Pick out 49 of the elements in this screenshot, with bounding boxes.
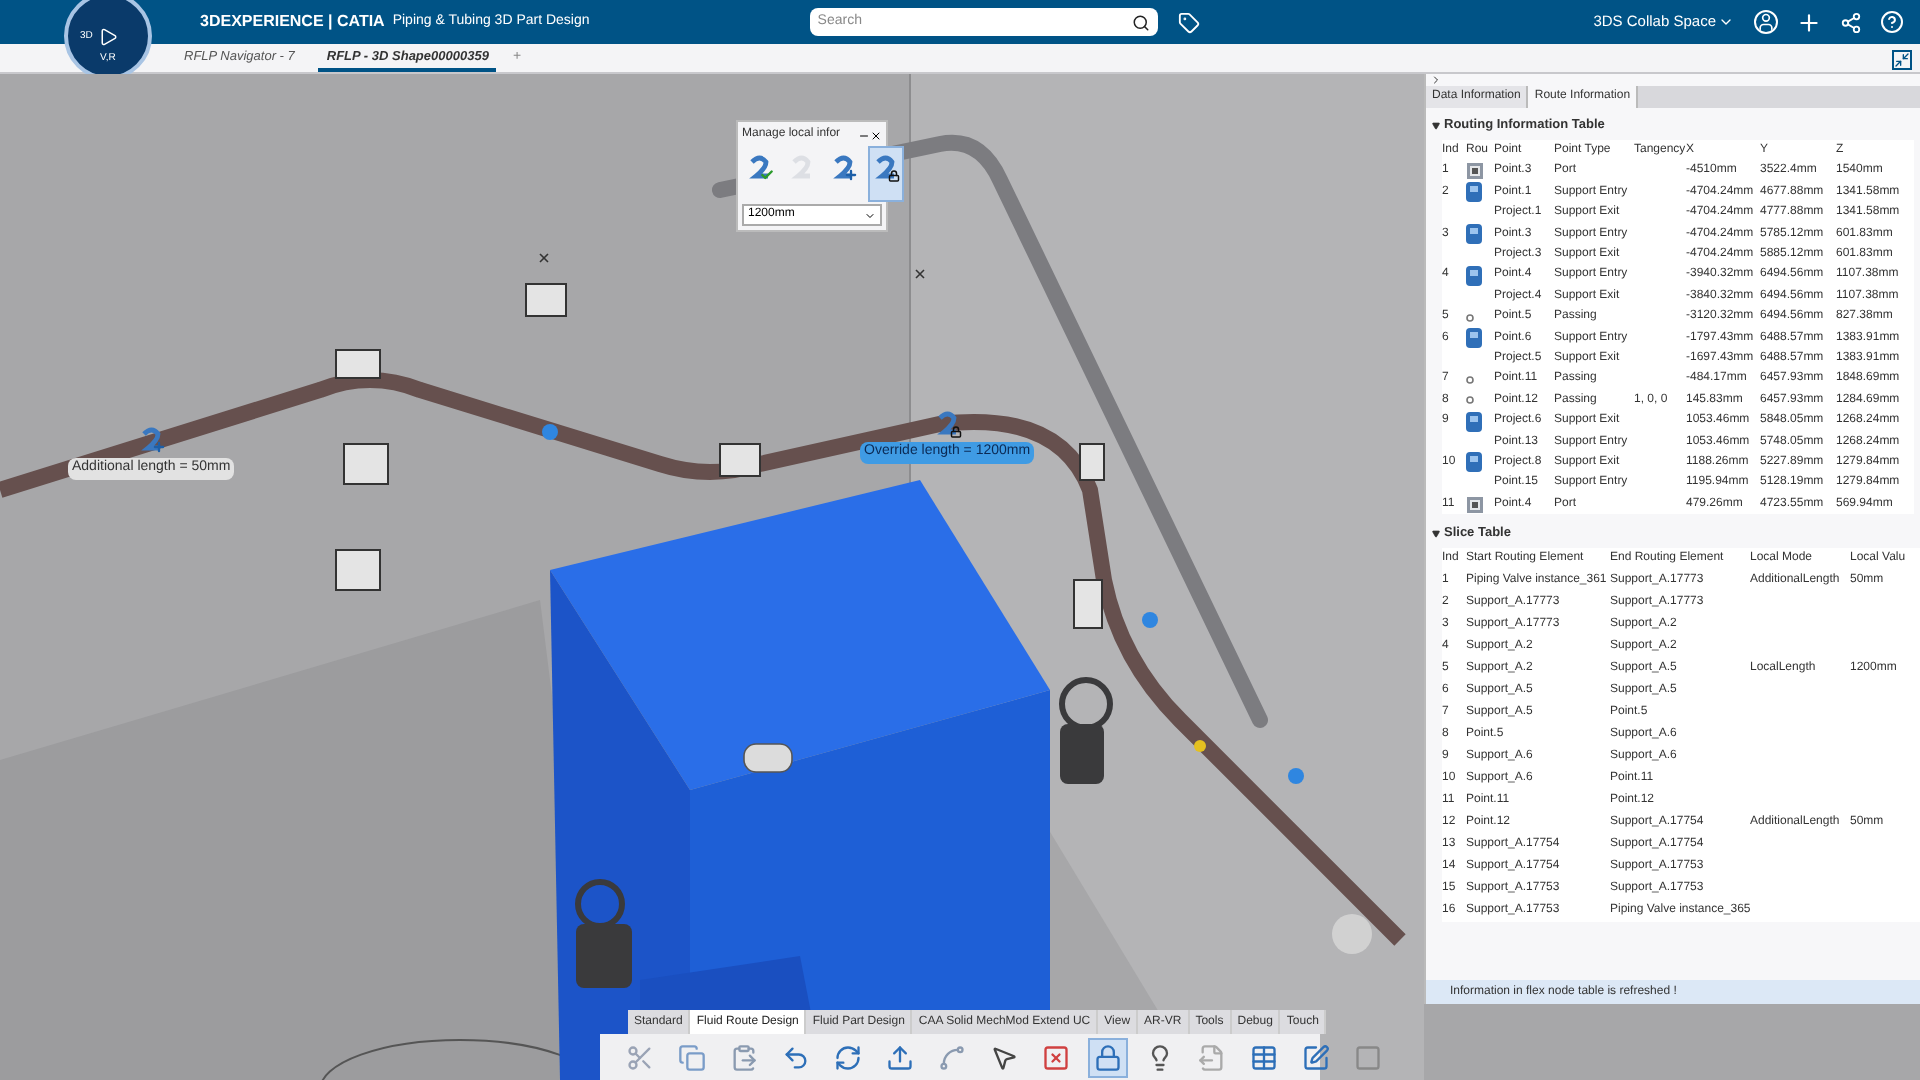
- pen-square-icon: [1302, 1043, 1330, 1071]
- share-icon[interactable]: [1840, 11, 1862, 33]
- table-icon: [1250, 1043, 1278, 1071]
- toolbar-button[interactable]: [1088, 1037, 1128, 1077]
- pipe-lock-icon: [933, 410, 962, 438]
- file-arrow-icon: [1198, 1043, 1226, 1071]
- support-icon: [1466, 411, 1482, 432]
- support-icon: [1466, 328, 1482, 349]
- help-icon[interactable]: [1880, 10, 1904, 34]
- expand-icon[interactable]: [1430, 74, 1442, 86]
- port-icon: [1466, 495, 1484, 514]
- square-icon: [1354, 1043, 1382, 1071]
- pipe-lock-icon: [872, 154, 900, 182]
- mode-button[interactable]: [868, 146, 904, 202]
- collapse-icon[interactable]: [1892, 50, 1912, 70]
- collapse-triangle-icon[interactable]: [1432, 530, 1440, 539]
- curve-icon: [938, 1043, 966, 1071]
- undo-icon: [782, 1043, 810, 1071]
- play-icon[interactable]: [99, 27, 117, 45]
- cross-square-icon: [1042, 1043, 1070, 1071]
- upload-icon: [886, 1043, 914, 1071]
- minimize-icon[interactable]: [858, 129, 870, 141]
- tag-icon[interactable]: [1177, 11, 1200, 33]
- add-icon[interactable]: [1796, 9, 1822, 35]
- close-icon[interactable]: [870, 129, 882, 141]
- pipe-check-icon: [746, 154, 774, 182]
- paste-icon: [730, 1043, 758, 1071]
- refresh-icon: [834, 1043, 862, 1071]
- passing-point-icon: [1466, 375, 1474, 384]
- caret-icon[interactable]: [1718, 14, 1734, 30]
- cut-icon: [626, 1043, 654, 1071]
- pointer-icon: [990, 1043, 1018, 1071]
- passing-point-icon: [1466, 396, 1474, 405]
- support-icon: [1466, 224, 1482, 245]
- user-icon[interactable]: [1754, 10, 1778, 34]
- copy-icon: [678, 1043, 706, 1071]
- brand-title: 3DEXPERIENCE | CATIA: [200, 10, 385, 34]
- pipe-plus-icon: [830, 154, 858, 182]
- support-icon: [1466, 182, 1482, 203]
- spinner-icon[interactable]: [864, 209, 876, 221]
- search-icon[interactable]: [1131, 13, 1150, 31]
- passing-point-icon: [1466, 313, 1474, 322]
- lightbulb-icon: [1146, 1043, 1174, 1071]
- collapse-triangle-icon[interactable]: [1432, 121, 1440, 130]
- lock-icon: [1094, 1043, 1122, 1071]
- support-icon: [1466, 265, 1482, 286]
- support-icon: [1466, 452, 1482, 473]
- pipe-plus-icon: [137, 426, 166, 454]
- port-icon: [1466, 162, 1484, 181]
